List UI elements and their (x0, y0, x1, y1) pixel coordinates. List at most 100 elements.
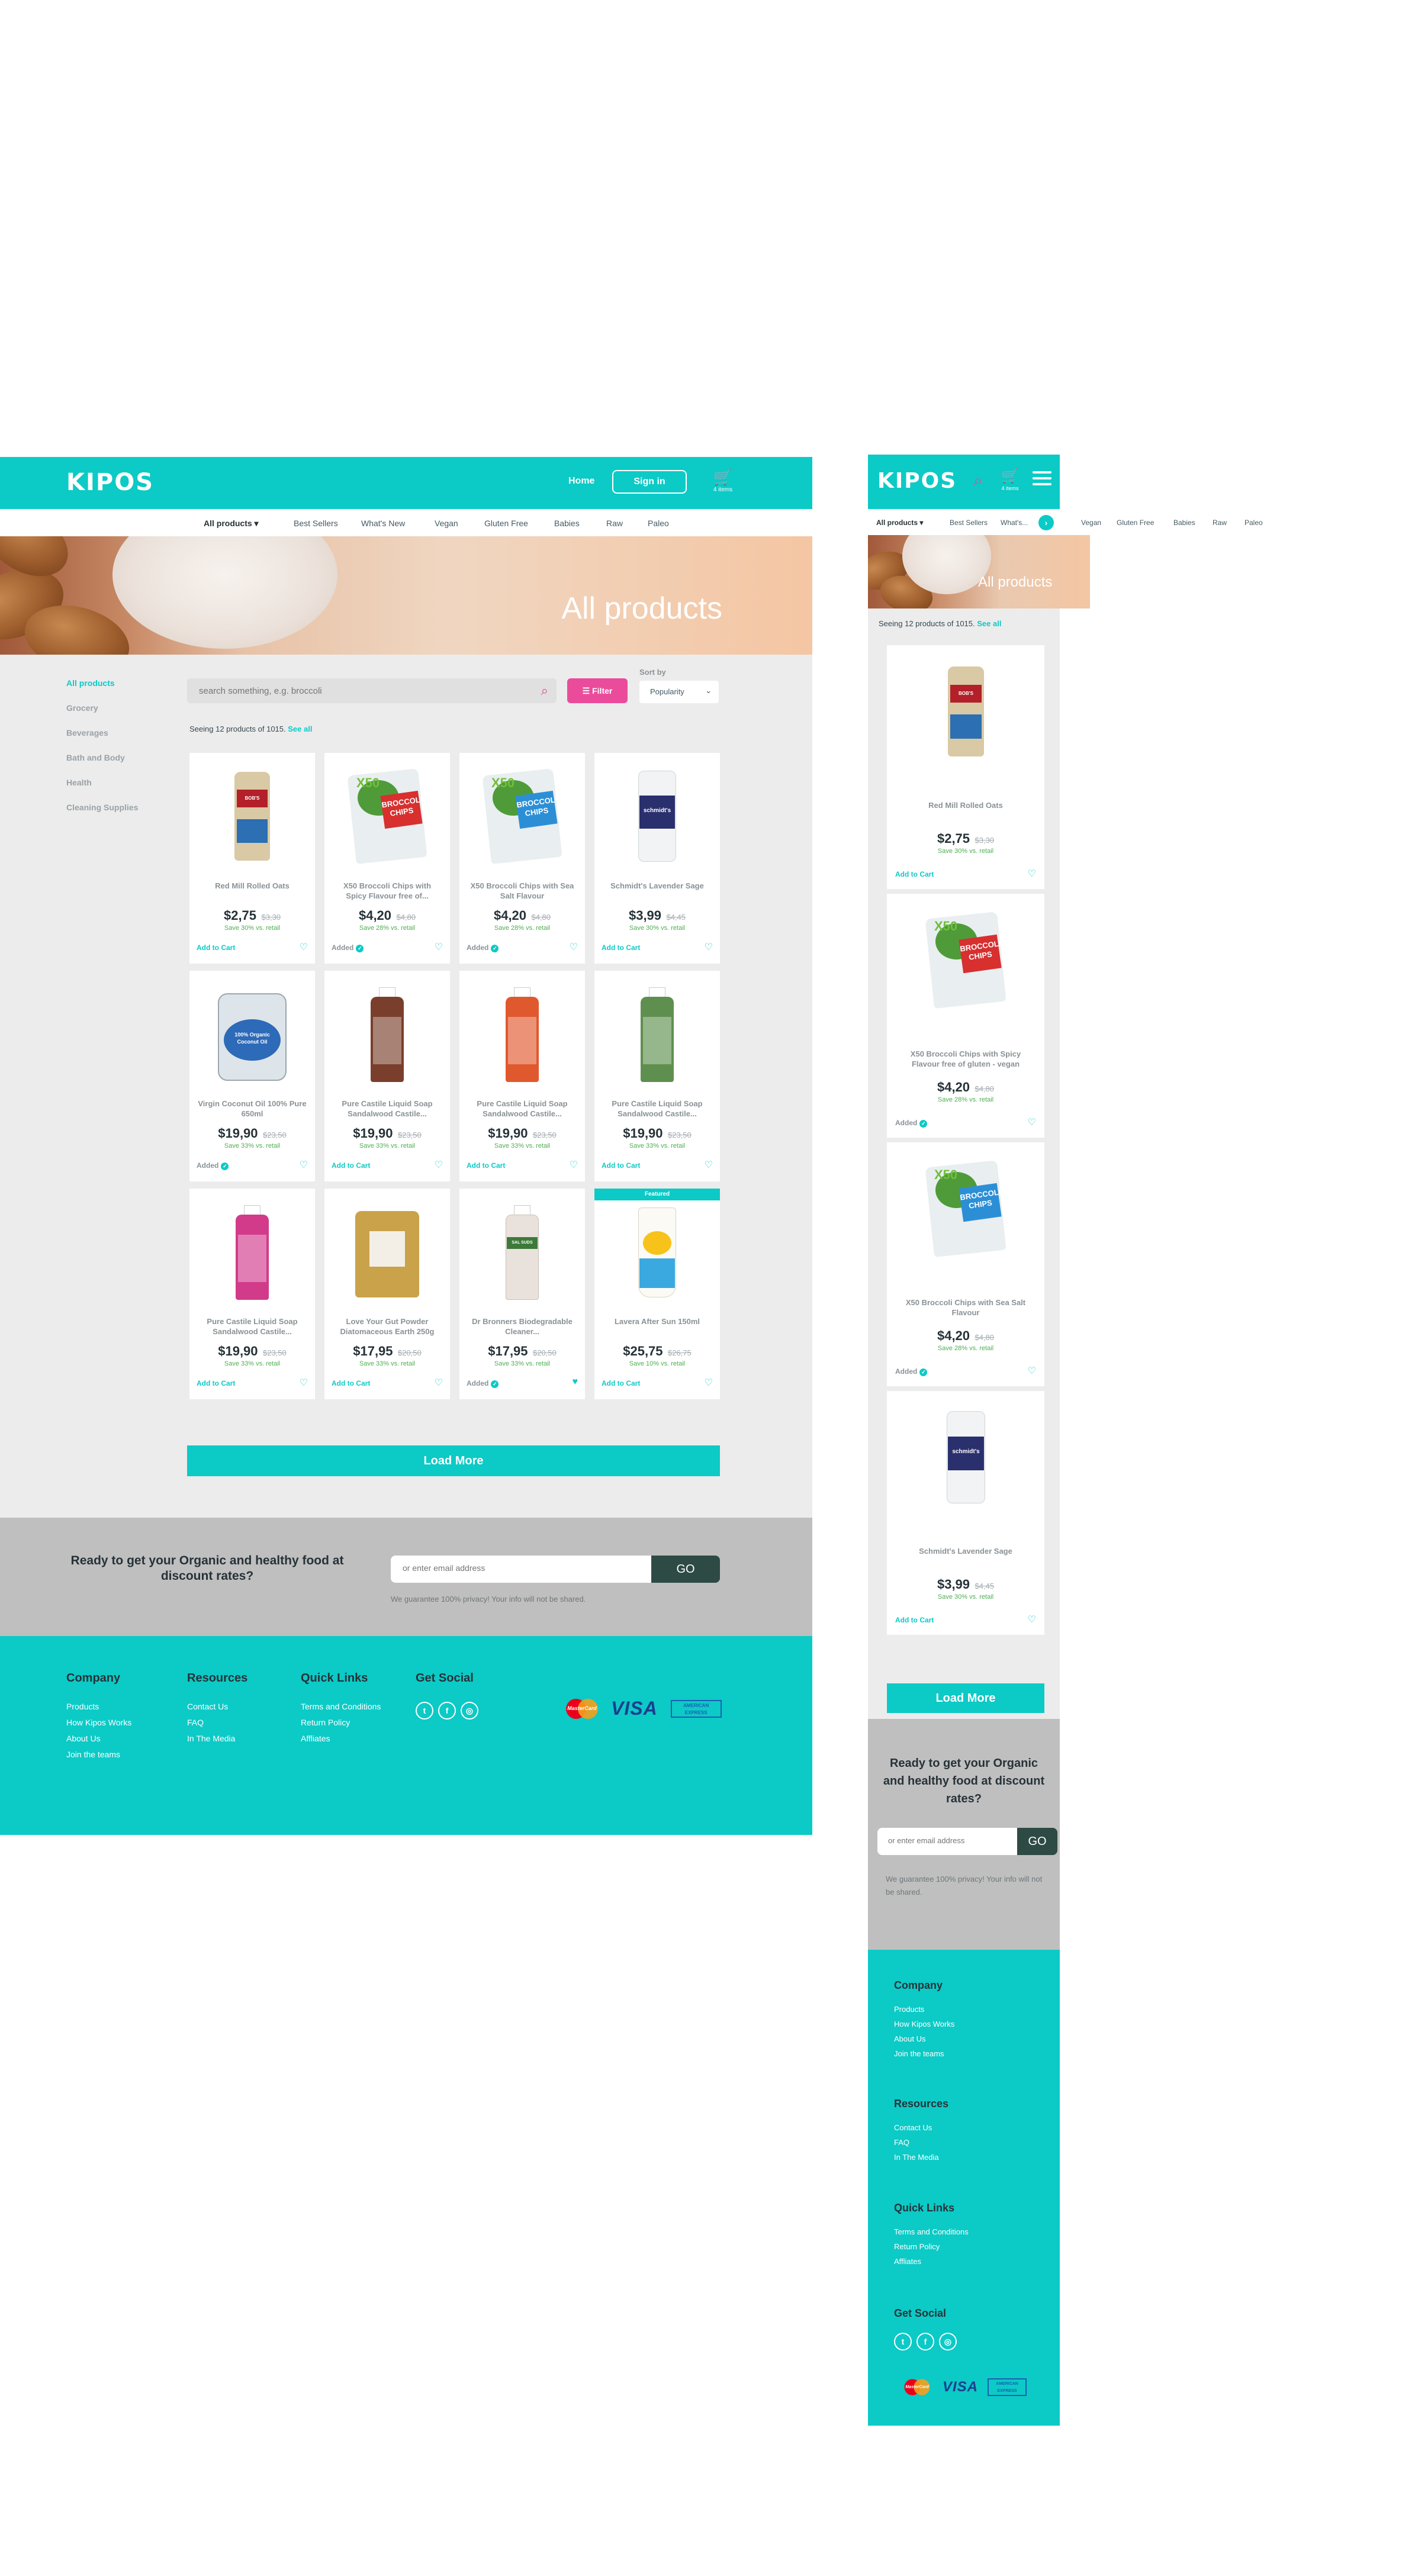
nav-all-products[interactable]: All products ▾ (876, 519, 923, 527)
added-status[interactable]: Added ✓ (895, 1119, 928, 1128)
footer-link-affliates[interactable]: Affliates (894, 2257, 969, 2266)
footer-link-join-the-teams[interactable]: Join the teams (66, 1750, 131, 1759)
heart-icon[interactable]: ♡ (1028, 1614, 1036, 1625)
email-field[interactable] (888, 1836, 1012, 1845)
sidebar-item-all-products[interactable]: All products (66, 678, 138, 688)
nav-vegan[interactable]: Vegan (1081, 519, 1101, 527)
nav-vegan[interactable]: Vegan (435, 519, 458, 528)
add-to-cart-button[interactable]: Add to Cart (602, 1161, 640, 1170)
instagram-icon[interactable]: ◎ (461, 1702, 478, 1720)
product-card[interactable]: SAL SUDS Dr Bronners Biodegradable Clean… (459, 1189, 585, 1399)
product-name[interactable]: X50 Broccoli Chips with Sea Salt Flavour (468, 881, 577, 901)
add-to-cart-button[interactable]: Add to Cart (332, 1161, 370, 1170)
twitter-icon[interactable]: t (416, 1702, 433, 1720)
nav-babies[interactable]: Babies (554, 519, 580, 528)
nav-babies[interactable]: Babies (1173, 519, 1195, 527)
heart-icon[interactable]: ♡ (570, 941, 578, 953)
product-name[interactable]: Lavera After Sun 150ml (603, 1316, 712, 1326)
product-image[interactable]: X50 BROCCOLI CHIPS (480, 766, 565, 865)
product-image[interactable]: BOB'S (210, 766, 295, 865)
product-card[interactable]: Pure Castile Liquid Soap Sandalwood Cast… (459, 971, 585, 1181)
sign-in-button[interactable]: Sign in (612, 470, 687, 494)
product-image[interactable] (615, 1202, 700, 1301)
product-image[interactable]: SAL SUDS (480, 1202, 565, 1301)
search-icon[interactable]: ⌕ (541, 683, 548, 698)
load-more-button[interactable]: Load More (887, 1683, 1044, 1713)
product-card[interactable]: X50 BROCCOLI CHIPS X50 Broccoli Chips wit… (887, 1142, 1044, 1386)
nav-raw[interactable]: Raw (606, 519, 623, 528)
heart-icon[interactable]: ♡ (300, 1377, 308, 1389)
footer-link-how-kipos-works[interactable]: How Kipos Works (66, 1718, 131, 1727)
footer-link-return-policy[interactable]: Return Policy (301, 1718, 381, 1727)
heart-icon[interactable]: ♡ (705, 1159, 713, 1171)
instagram-icon[interactable]: ◎ (939, 2333, 957, 2350)
product-card[interactable]: BOB'S Red Mill Rolled Oats $2,75 $3,30 S… (887, 645, 1044, 889)
product-name[interactable]: Pure Castile Liquid Soap Sandalwood Cast… (468, 1099, 577, 1119)
nav-best-sellers[interactable]: Best Sellers (294, 519, 338, 528)
add-to-cart-button[interactable]: Add to Cart (332, 1379, 370, 1387)
load-more-button[interactable]: Load More (187, 1445, 720, 1476)
product-name[interactable]: X50 Broccoli Chips with Spicy Flavour fr… (896, 1049, 1035, 1069)
footer-link-contact-us[interactable]: Contact Us (894, 2123, 948, 2132)
product-image[interactable]: schmidt's (922, 1406, 1009, 1531)
product-card[interactable]: schmidt's Schmidt's Lavender Sage $3,99 … (887, 1391, 1044, 1635)
nav-raw[interactable]: Raw (1213, 519, 1227, 527)
product-card[interactable]: Love Your Gut Powder Diatomaceous Earth … (324, 1189, 450, 1399)
product-image[interactable]: schmidt's (615, 766, 700, 865)
product-name[interactable]: Pure Castile Liquid Soap Sandalwood Cast… (198, 1316, 307, 1337)
footer-link-terms[interactable]: Terms and Conditions (894, 2227, 969, 2236)
email-field[interactable] (403, 1563, 628, 1573)
heart-icon[interactable]: ♡ (705, 941, 713, 953)
sidebar-item-bath-and-body[interactable]: Bath and Body (66, 753, 138, 762)
footer-link-about-us[interactable]: About Us (66, 1734, 131, 1743)
add-to-cart-button[interactable]: Add to Cart (602, 1379, 640, 1387)
product-card[interactable]: Featured Lavera After Sun 150ml $25,75 $… (594, 1189, 720, 1399)
add-to-cart-button[interactable]: Add to Cart (895, 1616, 934, 1624)
product-image[interactable] (615, 984, 700, 1083)
added-status[interactable]: Added ✓ (895, 1367, 928, 1376)
product-image[interactable]: BOB'S (922, 661, 1009, 785)
twitter-icon[interactable]: t (894, 2333, 912, 2350)
add-to-cart-button[interactable]: Add to Cart (602, 944, 640, 952)
heart-icon[interactable]: ♡ (1028, 1365, 1036, 1377)
heart-icon[interactable]: ♡ (435, 941, 443, 953)
footer-link-products[interactable]: Products (66, 1702, 131, 1711)
footer-link-return-policy[interactable]: Return Policy (894, 2242, 969, 2251)
footer-link-faq[interactable]: FAQ (187, 1718, 247, 1727)
footer-link-products[interactable]: Products (894, 2005, 954, 2014)
nav-paleo[interactable]: Paleo (1244, 519, 1263, 527)
nav-all-products[interactable]: All products ▾ (204, 519, 259, 529)
product-card[interactable]: X50 BROCCOLI CHIPS X50 Broccoli Chips wit… (887, 894, 1044, 1138)
kipos-logo[interactable]: KIPOS (877, 469, 957, 493)
added-status[interactable]: Added ✓ (332, 944, 364, 952)
product-image[interactable]: X50 BROCCOLI CHIPS (922, 909, 1009, 1033)
nav-best-sellers[interactable]: Best Sellers (950, 519, 988, 527)
product-name[interactable]: X50 Broccoli Chips with Spicy Flavour fr… (333, 881, 442, 901)
added-status[interactable]: Added ✓ (467, 944, 499, 952)
facebook-icon[interactable]: f (438, 1702, 456, 1720)
footer-link-terms[interactable]: Terms and Conditions (301, 1702, 381, 1711)
add-to-cart-button[interactable]: Add to Cart (467, 1161, 505, 1170)
footer-link-in-the-media[interactable]: In The Media (894, 2153, 948, 2162)
sidebar-item-grocery[interactable]: Grocery (66, 703, 138, 713)
facebook-icon[interactable]: f (916, 2333, 934, 2350)
sidebar-item-beverages[interactable]: Beverages (66, 728, 138, 738)
product-image[interactable]: X50 BROCCOLI CHIPS (345, 766, 430, 865)
sidebar-item-cleaning-supplies[interactable]: Cleaning Supplies (66, 803, 138, 812)
search-input[interactable] (199, 684, 519, 697)
product-card[interactable]: schmidt's Schmidt's Lavender Sage $3,99 … (594, 753, 720, 964)
product-name[interactable]: Pure Castile Liquid Soap Sandalwood Cast… (603, 1099, 712, 1119)
go-button[interactable]: GO (651, 1556, 720, 1583)
cart-button[interactable]: 🛒 4 items (998, 468, 1022, 491)
product-name[interactable]: Schmidt's Lavender Sage (603, 881, 712, 891)
heart-icon[interactable]: ♡ (705, 1377, 713, 1389)
product-card[interactable]: Pure Castile Liquid Soap Sandalwood Cast… (189, 1189, 315, 1399)
product-name[interactable]: Pure Castile Liquid Soap Sandalwood Cast… (333, 1099, 442, 1119)
product-image[interactable]: X50 BROCCOLI CHIPS (922, 1158, 1009, 1282)
sort-select[interactable]: Popularity ⌄ (639, 681, 719, 703)
product-name[interactable]: Schmidt's Lavender Sage (896, 1546, 1035, 1556)
nav-whats-new[interactable]: What's... (1001, 519, 1028, 527)
product-card[interactable]: BOB'S Red Mill Rolled Oats $2,75 $3,30 S… (189, 753, 315, 964)
product-card[interactable]: X50 BROCCOLI CHIPS X50 Broccoli Chips wit… (324, 753, 450, 964)
product-image[interactable] (210, 1202, 295, 1301)
